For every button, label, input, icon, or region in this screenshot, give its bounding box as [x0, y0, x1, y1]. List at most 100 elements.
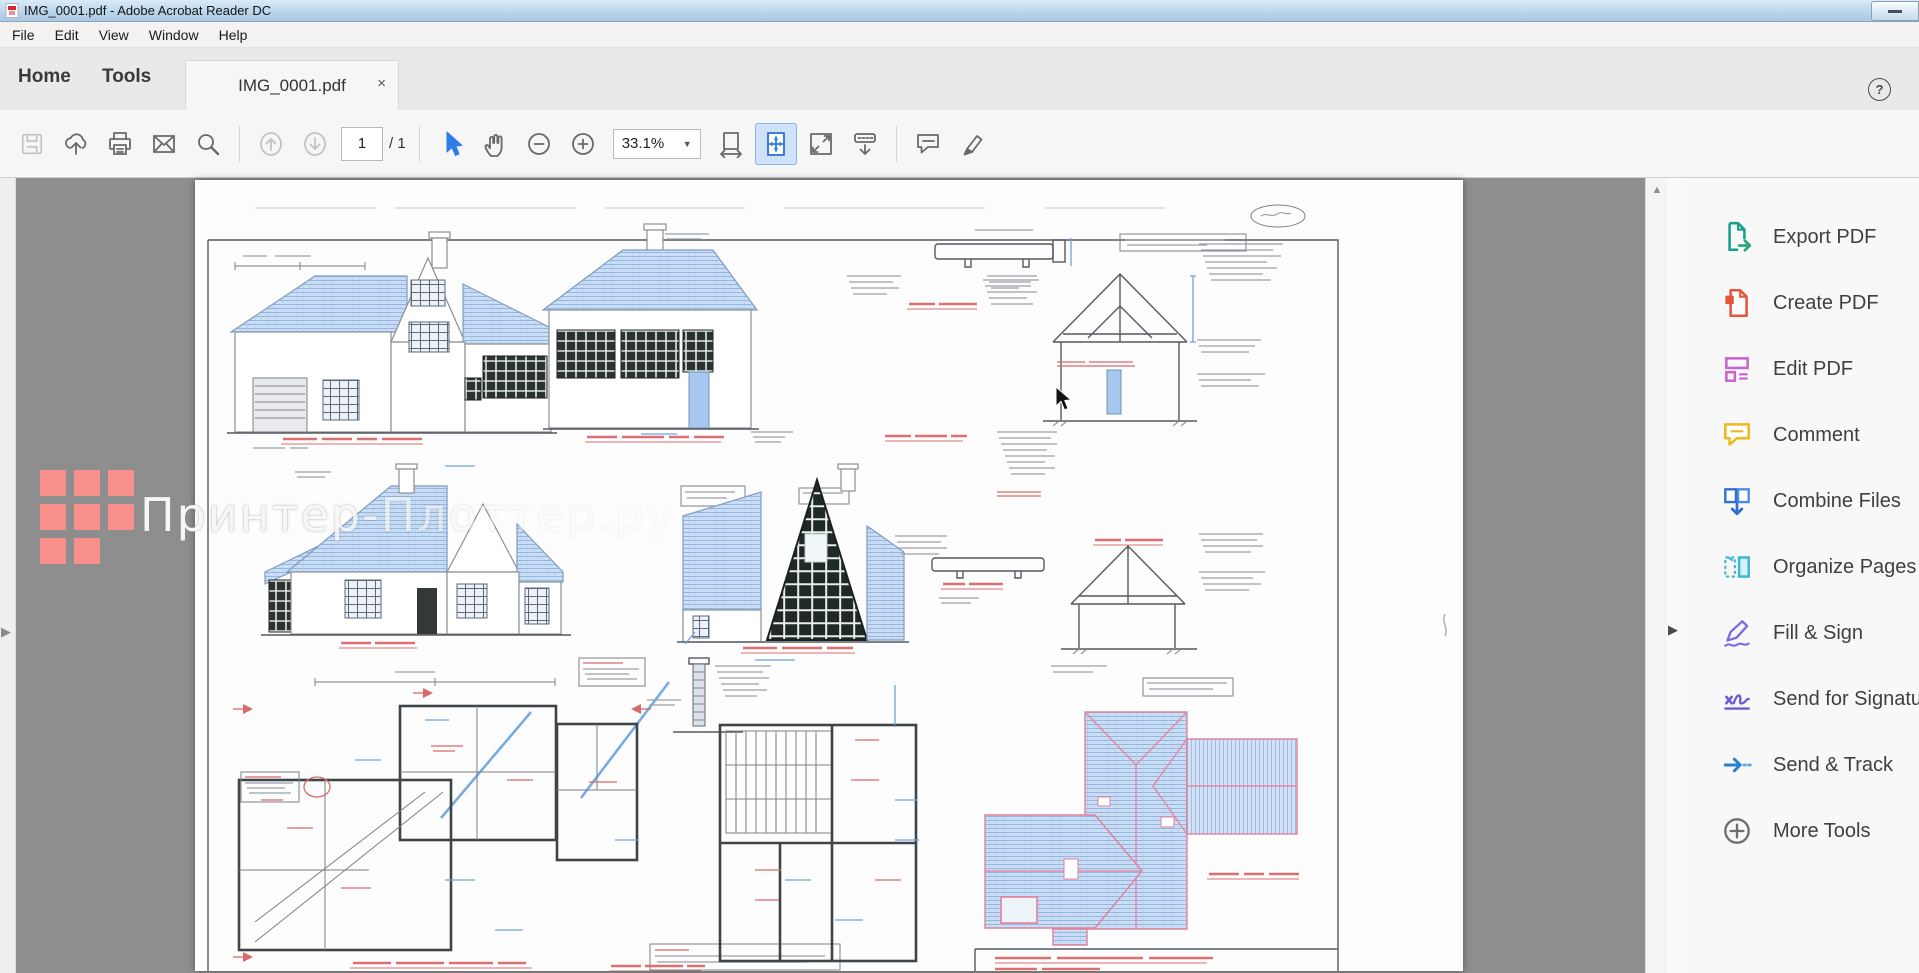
scroll-up-arrow[interactable]: ▲: [1646, 184, 1668, 196]
page-number-input[interactable]: [341, 127, 383, 161]
more-tools-icon: [1720, 814, 1754, 848]
sidebar-item-comment[interactable]: Comment: [1686, 402, 1919, 468]
zoom-in-button[interactable]: [561, 121, 605, 167]
title-bar: IMG_0001.pdf - Adobe Acrobat Reader DC: [0, 0, 1919, 22]
sidebar-item-send-track[interactable]: Send & Track: [1686, 732, 1919, 798]
sidebar-item-export-pdf[interactable]: Export PDF: [1686, 204, 1919, 270]
sidebar-item-fill-sign[interactable]: Fill & Sign: [1686, 600, 1919, 666]
architectural-drawing: [195, 180, 1463, 971]
watermark-square: [74, 504, 100, 530]
watermark-square: [74, 538, 100, 564]
section-markers: [233, 688, 651, 962]
create-pdf-icon: [1720, 286, 1754, 320]
pdf-file-icon: [5, 3, 19, 18]
comment-bubble-icon: [914, 130, 942, 158]
next-page-button[interactable]: [293, 121, 337, 167]
fit-page-icon: [762, 130, 790, 158]
section-row1: [885, 244, 1283, 441]
watermark-square: [74, 470, 100, 496]
menu-window[interactable]: Window: [139, 24, 209, 46]
elevation-row2-right: [677, 464, 909, 660]
mouse-cursor: [1055, 386, 1075, 412]
sidebar-item-combine-files[interactable]: Combine Files: [1686, 468, 1919, 534]
toolbar-separator: [239, 126, 240, 162]
left-panel-rail: ▶: [0, 178, 16, 973]
first-floor-plan: [609, 685, 919, 971]
vertical-scrollbar[interactable]: ▲: [1645, 178, 1668, 973]
zoom-in-icon: [569, 130, 597, 158]
full-screen-button[interactable]: [799, 121, 843, 167]
comment-tool-button[interactable]: [906, 121, 950, 167]
print-button[interactable]: [98, 121, 142, 167]
minimize-button[interactable]: [1871, 1, 1919, 21]
tab-tools[interactable]: Tools: [102, 66, 151, 88]
zoom-level-dropdown[interactable]: 33.1% ▼: [613, 129, 701, 159]
tab-home[interactable]: Home: [18, 66, 71, 88]
highlight-tool-button[interactable]: [950, 121, 994, 167]
sidebar-item-label: Organize Pages: [1773, 556, 1916, 579]
title-block: [975, 949, 1338, 971]
sidebar-item-label: Comment: [1773, 424, 1860, 447]
toolbar-separator: [896, 126, 897, 162]
document-tab[interactable]: IMG_0001.pdf ×: [185, 60, 399, 111]
beam-detail-bottom: [932, 558, 1044, 603]
help-icon[interactable]: ?: [1868, 78, 1891, 101]
beam-detail-top: [847, 230, 1071, 309]
specification-notes-column: [997, 432, 1057, 496]
hand-tool-button[interactable]: [473, 121, 517, 167]
highlighter-icon: [958, 130, 986, 158]
collapse-panel-arrow[interactable]: ▶: [1668, 622, 1678, 638]
sidebar-item-send-for-signature[interactable]: Send for Signature: [1686, 666, 1919, 732]
sidebar-item-label: Export PDF: [1773, 226, 1876, 249]
window-title: IMG_0001.pdf - Adobe Acrobat Reader DC: [24, 3, 271, 18]
zoom-out-button[interactable]: [517, 121, 561, 167]
document-tab-label: IMG_0001.pdf: [238, 76, 346, 96]
sidebar-item-label: Combine Files: [1773, 490, 1901, 513]
select-tool-button[interactable]: [429, 121, 473, 167]
sidebar-item-more-tools[interactable]: More Tools: [1686, 798, 1919, 864]
search-icon: [194, 130, 222, 158]
page-up-icon: [257, 130, 285, 158]
save-button[interactable]: [10, 121, 54, 167]
scroll-mode-button[interactable]: [843, 121, 887, 167]
save-icon: [19, 131, 45, 157]
watermark-square: [40, 504, 66, 530]
organize-pages-icon: [1720, 550, 1754, 584]
sidebar-item-edit-pdf[interactable]: Edit PDF: [1686, 336, 1919, 402]
fit-page-button[interactable]: [755, 123, 797, 165]
sidebar-item-label: Edit PDF: [1773, 358, 1853, 381]
watermark-square: [40, 470, 66, 496]
page-total-label: / 1: [389, 135, 406, 152]
menu-edit[interactable]: Edit: [45, 24, 89, 46]
pdf-page[interactable]: [195, 180, 1463, 971]
elevation-row1-left: [227, 232, 557, 448]
menu-file[interactable]: File: [2, 24, 45, 46]
sidebar-item-label: More Tools: [1773, 820, 1870, 843]
fit-width-button[interactable]: [709, 121, 753, 167]
hand-icon: [481, 130, 509, 158]
previous-page-button[interactable]: [249, 121, 293, 167]
zoom-out-icon: [525, 130, 553, 158]
sidebar-item-organize-pages[interactable]: Organize Pages: [1686, 534, 1919, 600]
sidebar-item-create-pdf[interactable]: Create PDF: [1686, 270, 1919, 336]
upload-cloud-button[interactable]: [54, 121, 98, 167]
watermark-text: Принтер-Плоттер.ру: [140, 488, 675, 542]
menu-view[interactable]: View: [89, 24, 139, 46]
sidebar-item-label: Send for Signature: [1773, 688, 1919, 711]
panel-gutter: [1667, 178, 1686, 973]
send-for-signature-icon: [1720, 682, 1754, 716]
sidebar-item-label: Fill & Sign: [1773, 622, 1863, 645]
edit-pdf-icon: [1720, 352, 1754, 386]
menu-help[interactable]: Help: [209, 24, 258, 46]
expand-left-panel-arrow[interactable]: ▶: [1, 624, 11, 640]
email-button[interactable]: [142, 121, 186, 167]
tab-close-icon[interactable]: ×: [377, 75, 386, 92]
page-down-icon: [301, 130, 329, 158]
search-button[interactable]: [186, 121, 230, 167]
comment-icon: [1720, 418, 1754, 452]
export-pdf-icon: [1720, 220, 1754, 254]
full-screen-icon: [807, 130, 835, 158]
fill-sign-icon: [1720, 616, 1754, 650]
watermark-square: [108, 504, 134, 530]
watermark-square: [40, 538, 66, 564]
